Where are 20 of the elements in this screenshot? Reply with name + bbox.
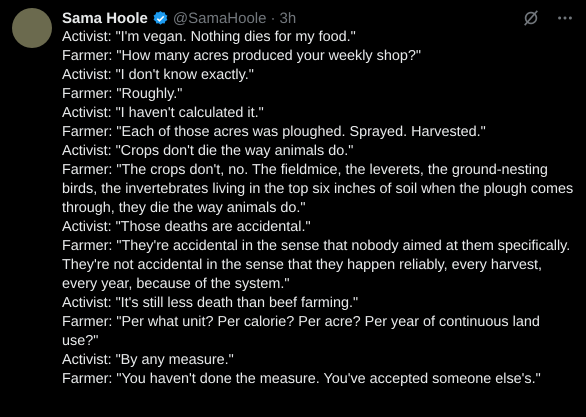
post-text-line: Farmer: "They're accidental in the sense that nobody aimed at them specifically. They're not accidental in the sense that they happen reliably, every harvest, every year, because of the system." — [62, 237, 572, 294]
author-name[interactable]: Sama Hoole — [62, 10, 148, 26]
post-text-line: Farmer: "Per what unit? Per calorie? Per acre? Per year of continuous land use?" — [62, 313, 541, 351]
slashed-circle-icon[interactable] — [522, 9, 540, 27]
separator-dot: · — [270, 10, 276, 26]
post-text-line: Farmer: "Each of those acres was ploughed. Sprayed. Harvested." — [62, 123, 487, 142]
post-text-line: Activist: "Crops don't die the way animals do." — [62, 142, 354, 161]
post-text-line: Farmer: "How many acres produced your weekly shop?" — [62, 47, 422, 66]
post-text-line: Farmer: "You haven't done the measure. You've accepted someone else's." — [62, 370, 542, 389]
post-time[interactable]: 3h — [279, 10, 296, 26]
post-text-line: Farmer: "The crops don't, no. The fieldmice, the leverets, the ground-nesting birds, the invertebrates living in the top six inches of soil when the plough comes through, they die the way animals do." — [62, 161, 574, 218]
post-text-line: Activist: "I'm vegan. Nothing dies for my food." — [62, 28, 357, 47]
post-text-line: Farmer: "Roughly." — [62, 85, 184, 104]
avatar-photo-placeholder[interactable] — [12, 8, 52, 48]
author-handle[interactable]: @SamaHoole — [172, 10, 266, 26]
post-text-line: Activist: "Those deaths are accidental." — [62, 218, 312, 237]
post-text-line: Activist: "I haven't calculated it." — [62, 104, 265, 123]
post-text-line: Activist: "It's still less death than beef farming." — [62, 294, 360, 313]
post-text-line: Activist: "By any measure." — [62, 351, 235, 370]
post-text-line: Activist: "I don't know exactly." — [62, 66, 255, 85]
